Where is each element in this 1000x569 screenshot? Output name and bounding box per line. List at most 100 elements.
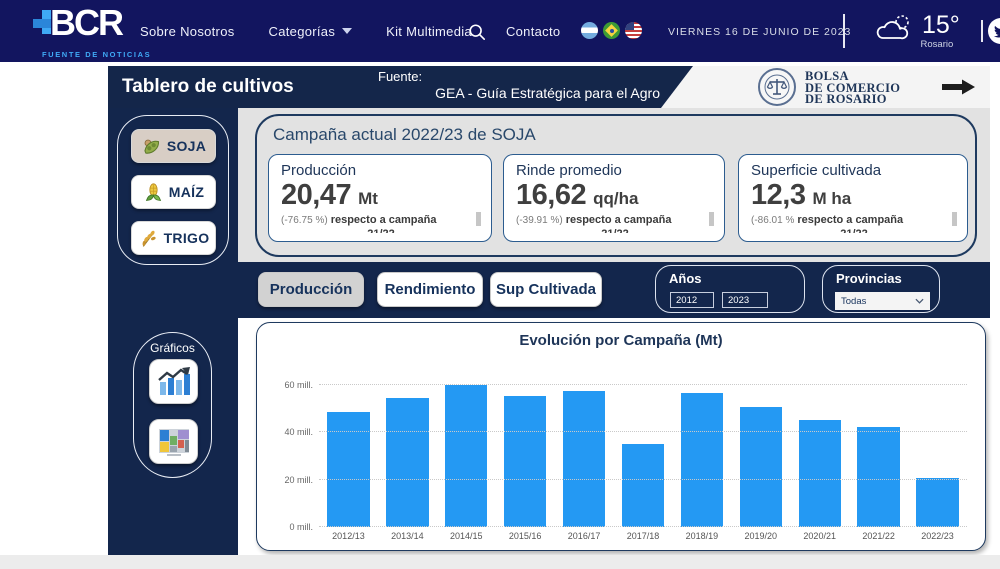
kpi-delta-text: respecto a campaña [797, 214, 903, 226]
tab-label: Producción [270, 281, 353, 298]
tab-produccion[interactable]: Producción [258, 272, 364, 307]
x-axis-tick-label: 2014/15 [437, 531, 496, 541]
scrollbar-thumb[interactable] [709, 212, 714, 226]
bar-2015/16[interactable] [504, 396, 546, 527]
crop-button-maiz[interactable]: MAÍZ [131, 175, 216, 209]
bar-2013/14[interactable] [386, 398, 428, 527]
kpi-delta-pct: (-86.01 % [751, 215, 794, 226]
bar-2022/23[interactable] [916, 478, 958, 527]
scrollbar-thumb[interactable] [952, 212, 957, 226]
kpi-delta: (-86.01 %respecto a campaña 21/22 [751, 210, 957, 233]
y-axis-tick-label: 40 mill. [267, 427, 313, 437]
scrollbar-thumb[interactable] [476, 212, 481, 226]
kpi-delta-pct: (-39.91 %) [516, 215, 563, 226]
chart-gridline: 0 mill. [319, 526, 967, 527]
soybean-icon [141, 136, 162, 157]
flag-usa-icon[interactable] [625, 22, 642, 39]
nav-menu: Sobre Nosotros Categorías Kit Multimedia… [140, 0, 560, 62]
kpi-unit: qq/ha [593, 189, 638, 209]
source-value: GEA - Guía Estratégica para el Agro [364, 85, 660, 101]
crop-button-trigo[interactable]: TRIGO [131, 221, 216, 255]
tab-rendimiento[interactable]: Rendimiento [377, 272, 483, 307]
nav-item-label: Kit Multimedia [386, 24, 472, 39]
twitter-icon[interactable] [988, 18, 1000, 44]
nav-item-categorias[interactable]: Categorías [269, 24, 353, 39]
weather-widget: 15° Rosario [874, 12, 960, 50]
kpi-delta-line2: 21/22 [751, 228, 957, 233]
kpi-delta-pct: (-76.75 %) [281, 215, 328, 226]
bar-2018/19[interactable] [681, 393, 723, 527]
top-navbar: BCR FUENTE DE NOTICIAS Sobre Nosotros Ca… [0, 0, 1000, 62]
bar-slot [614, 385, 673, 527]
chart-title: Evolución por Campaña (Mt) [257, 332, 985, 349]
nav-item-sobre-nosotros[interactable]: Sobre Nosotros [140, 24, 235, 39]
tab-sup-cultivada[interactable]: Sup Cultivada [490, 272, 602, 307]
bar-slot [672, 385, 731, 527]
bar-slot [790, 385, 849, 527]
bar-2016/17[interactable] [563, 391, 605, 527]
bar-2020/21[interactable] [799, 420, 841, 527]
bar-2017/18[interactable] [622, 444, 664, 527]
dashboard-header: Tablero de cultivos Fuente: GEA - Guía E… [108, 66, 990, 108]
bar-2019/20[interactable] [740, 407, 782, 527]
flag-argentina-icon[interactable] [581, 22, 598, 39]
chart-bars [319, 385, 967, 527]
provinces-dropdown[interactable]: Todas [835, 292, 930, 310]
kpi-value: 20,47 [281, 180, 351, 210]
kpi-delta-text: respecto a campaña [566, 214, 672, 226]
year-from-input[interactable] [670, 292, 714, 308]
years-label: Años [669, 271, 804, 286]
crop-label: TRIGO [164, 230, 210, 246]
chart-gridline: 60 mill. [319, 384, 967, 385]
x-axis-tick-label: 2016/17 [555, 531, 614, 541]
kpi-delta-text: respecto a campaña [331, 214, 437, 226]
kpi-delta-line2: 21/22 [516, 228, 714, 233]
logo-text: BCR [50, 2, 122, 44]
source-label: Fuente: [364, 69, 660, 84]
crop-selector-group: SOJA MAÍZ [117, 115, 229, 265]
nav-item-label: Categorías [269, 24, 336, 39]
kpi-unit: Mt [358, 189, 378, 209]
chart-card: Evolución por Campaña (Mt) 0 mill.20 mil… [256, 322, 986, 551]
crop-button-soja[interactable]: SOJA [131, 129, 216, 163]
flag-brazil-icon[interactable] [603, 22, 620, 39]
x-axis-tick-label: 2019/20 [731, 531, 790, 541]
provinces-filter-group: Provincias Todas [822, 265, 940, 313]
y-axis-tick-label: 60 mill. [267, 380, 313, 390]
bar-2012/13[interactable] [327, 412, 369, 527]
cloud-sun-icon [874, 12, 914, 46]
bar-slot [908, 385, 967, 527]
bar-slot [319, 385, 378, 527]
bar-2021/22[interactable] [857, 427, 899, 527]
weather-city: Rosario [914, 39, 960, 50]
dashboard-header-band: Tablero de cultivos Fuente: GEA - Guía E… [108, 66, 693, 108]
nav-item-contacto[interactable]: Contacto [506, 24, 560, 39]
kpi-value: 12,3 [751, 180, 805, 210]
kpi-value: 16,62 [516, 180, 586, 210]
bar-2014/15[interactable] [445, 385, 487, 527]
year-to-input[interactable] [722, 292, 768, 308]
brand-name: BOLSA DE COMERCIO DE ROSARIO [805, 71, 900, 106]
x-axis-tick-label: 2015/16 [496, 531, 555, 541]
next-arrow-button[interactable] [942, 78, 976, 101]
nav-item-kit-multimedia[interactable]: Kit Multimedia [386, 24, 472, 39]
bar-chart-view-button[interactable] [149, 359, 198, 404]
brand-line: DE ROSARIO [805, 94, 900, 106]
search-icon[interactable] [468, 23, 486, 46]
graphics-label: Gráficos [134, 341, 211, 355]
controls-band: Producción Rendimiento Sup Cultivada Año… [238, 262, 990, 318]
x-axis-tick-label: 2012/13 [319, 531, 378, 541]
divider [843, 14, 845, 48]
current-date: VIERNES 16 DE JUNIO DE 2023 [668, 26, 851, 38]
chevron-down-icon [342, 28, 352, 34]
kpi-label: Superficie cultivada [751, 162, 967, 179]
bar-slot [555, 385, 614, 527]
crop-label: MAÍZ [169, 184, 204, 200]
x-axis-tick-label: 2022/23 [908, 531, 967, 541]
chart-xlabels: 2012/132013/142014/152015/162016/172017/… [319, 531, 967, 541]
bcr-logo[interactable]: BCR FUENTE DE NOTICIAS [28, 8, 148, 59]
treemap-view-button[interactable] [149, 419, 198, 464]
bar-slot [731, 385, 790, 527]
provinces-selected-value: Todas [841, 296, 866, 307]
x-axis-tick-label: 2020/21 [790, 531, 849, 541]
